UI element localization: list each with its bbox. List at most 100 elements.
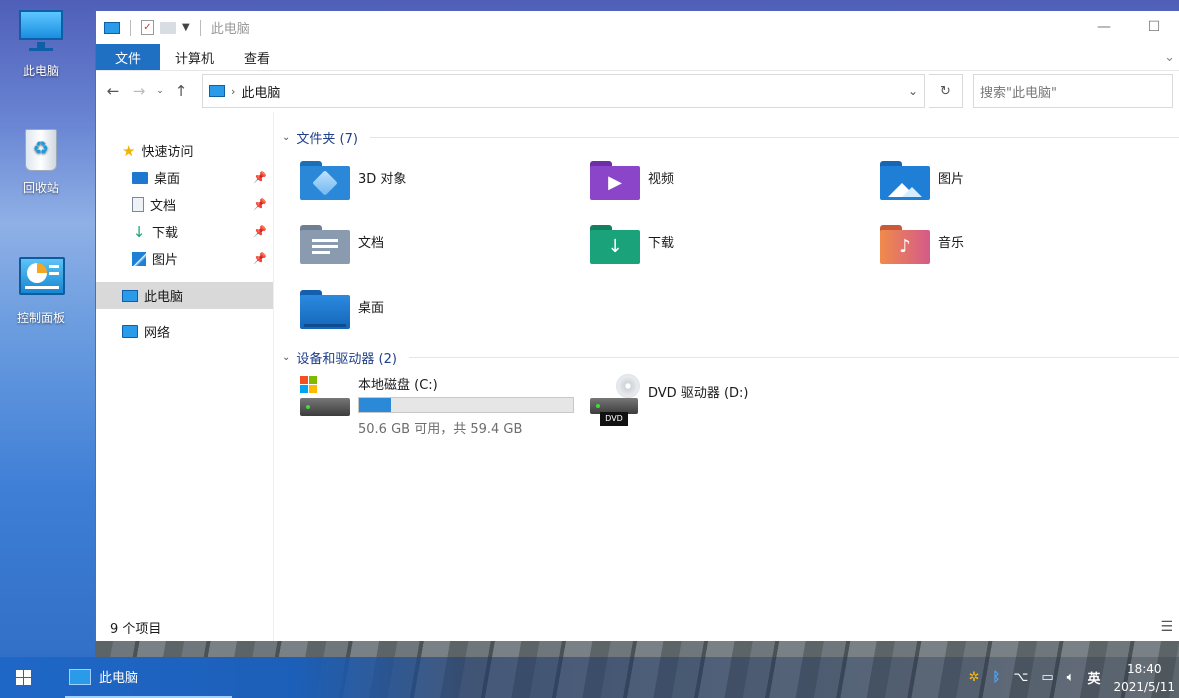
folder-videos[interactable]: ▶ 视频 [590, 159, 830, 209]
computer-icon [17, 8, 65, 56]
drive-c[interactable]: 本地磁盘 (C:) 50.6 GB 可用，共 59.4 GB [300, 374, 574, 437]
clock-date: 2021/5/11 [1113, 679, 1175, 694]
folders-group-header[interactable]: ⌄ 文件夹 (7) [282, 127, 1179, 147]
search-placeholder: 搜索"此电脑" [980, 85, 1057, 101]
folder-documents[interactable]: 文档 [300, 223, 540, 273]
nav-label: 快速访问 [141, 145, 194, 160]
minimize-button[interactable]: — [1079, 11, 1129, 43]
taskbar-app-this-pc[interactable]: 此电脑 [65, 657, 232, 698]
status-bar: 9 个项目 ☰ [96, 613, 1179, 641]
customize-quick-access-icon[interactable]: ▼ [182, 22, 190, 33]
windows-logo-icon [15, 670, 31, 685]
properties-icon[interactable]: ✓ [141, 20, 154, 35]
folder-label: 视频 [648, 172, 675, 187]
nav-item-documents[interactable]: 文档 📌 [96, 191, 273, 218]
nav-label: 文档 [150, 199, 177, 214]
folder-label: 桌面 [358, 301, 385, 316]
title-bar[interactable]: ✓ ▼ 此电脑 — ☐ [96, 11, 1179, 44]
system-tray: ✲ ᛒ ⌥ ▭ 🔈︎ 英 18:40 2021/5/11 [969, 660, 1179, 696]
drive-label: DVD 驱动器 (D:) [648, 386, 749, 401]
nav-item-this-pc[interactable]: 此电脑 [96, 282, 273, 309]
item-count: 9 个项目 [110, 621, 162, 637]
desktop-icon [132, 171, 148, 184]
desktop-icon-recycle-bin[interactable]: ♻ 回收站 [6, 125, 76, 196]
picture-icon [880, 159, 930, 201]
computer-icon [122, 289, 138, 302]
music-icon: ♪ [880, 223, 930, 265]
folder-downloads[interactable]: ↓ 下载 [590, 223, 830, 273]
hard-drive-icon [300, 374, 350, 418]
video-icon: ▶ [590, 159, 640, 201]
network-icon [122, 325, 138, 338]
folder-3d-objects[interactable]: 3D 对象 [300, 159, 540, 209]
address-bar[interactable]: › 此电脑 ⌄ [202, 74, 925, 108]
drive-usage-fill [359, 398, 391, 412]
file-explorer-window: ✓ ▼ 此电脑 — ☐ 文件 计算机 查看 ⌄ ← → ⌄ ↑ › 此电脑 ⌄ … [95, 11, 1179, 641]
computer-icon [209, 85, 225, 97]
devices-group-header[interactable]: ⌄ 设备和驱动器 (2) [282, 347, 1179, 367]
details-view-icon[interactable]: ☰ [1160, 619, 1173, 635]
computer-icon [69, 668, 91, 685]
desktop-icon-label: 控制面板 [16, 311, 65, 325]
window-title: 此电脑 [210, 22, 250, 37]
desktop-icon-label: 此电脑 [22, 64, 59, 78]
folder-desktop[interactable]: 桌面 [300, 288, 540, 338]
folder-music[interactable]: ♪ 音乐 [880, 223, 1120, 273]
group-title: 文件夹 (7) [296, 131, 358, 147]
breadcrumb-separator-icon[interactable]: › [231, 85, 235, 98]
pin-icon: 📌 [253, 198, 267, 211]
forward-button[interactable]: → [128, 82, 150, 100]
taskbar: 此电脑 ✲ ᛒ ⌥ ▭ 🔈︎ 英 18:40 2021/5/11 [0, 657, 1179, 698]
network-icon[interactable]: ▭ [1041, 670, 1053, 685]
folder-label: 图片 [938, 172, 965, 187]
tab-view[interactable]: 查看 [229, 44, 285, 70]
drive-usage-text: 50.6 GB 可用，共 59.4 GB [358, 422, 523, 437]
nav-item-downloads[interactable]: ↓ 下载 📌 [96, 218, 273, 245]
bluetooth-icon[interactable]: ᛒ [993, 670, 1001, 685]
nav-item-desktop[interactable]: 桌面 📌 [96, 164, 273, 191]
computer-icon [104, 21, 120, 34]
recycle-bin-icon: ♻ [17, 125, 65, 173]
up-button[interactable]: ↑ [170, 82, 192, 100]
folder-pictures[interactable]: 图片 [880, 159, 1120, 209]
nav-label: 此电脑 [144, 290, 184, 305]
start-button[interactable] [0, 657, 46, 698]
address-row: ← → ⌄ ↑ › 此电脑 ⌄ ↻ 搜索"此电脑" [96, 71, 1179, 111]
maximize-button[interactable]: ☐ [1129, 11, 1179, 43]
volume-icon[interactable]: 🔈︎ [1067, 670, 1075, 685]
new-folder-icon[interactable] [160, 21, 176, 34]
tab-computer[interactable]: 计算机 [160, 44, 229, 70]
nav-quick-access[interactable]: ★ 快速访问 [96, 137, 273, 164]
address-dropdown-icon[interactable]: ⌄ [908, 84, 918, 98]
nav-label: 网络 [144, 326, 171, 341]
colorful-app-icon[interactable]: ✲ [969, 670, 980, 685]
navigation-pane: ★ 快速访问 桌面 📌 文档 📌 ↓ 下载 📌 图片 📌 此电脑 网络 [96, 112, 274, 641]
refresh-button[interactable]: ↻ [929, 74, 963, 108]
breadcrumb-this-pc[interactable]: 此电脑 [241, 82, 280, 101]
group-title: 设备和驱动器 (2) [296, 351, 397, 367]
divider [130, 19, 131, 36]
3d-objects-icon [300, 159, 350, 201]
desktop-icon-this-pc[interactable]: 此电脑 [6, 8, 76, 79]
search-input[interactable]: 搜索"此电脑" [973, 74, 1173, 108]
document-folder-icon [300, 223, 350, 265]
back-button[interactable]: ← [102, 82, 124, 100]
nav-item-network[interactable]: 网络 [96, 318, 273, 345]
drive-d[interactable]: DVD DVD 驱动器 (D:) [590, 374, 748, 426]
chevron-down-icon: ⌄ [282, 351, 291, 363]
input-method-indicator[interactable]: 英 [1087, 668, 1100, 687]
drive-usage-bar [358, 397, 574, 413]
taskbar-app-label: 此电脑 [99, 671, 139, 686]
nav-label: 图片 [152, 253, 179, 268]
nav-item-pictures[interactable]: 图片 📌 [96, 245, 273, 272]
download-icon: ↓ [132, 222, 146, 241]
recent-locations-chevron-icon[interactable]: ⌄ [154, 86, 166, 96]
usb-icon[interactable]: ⌥ [1013, 670, 1028, 685]
expand-ribbon-chevron-icon[interactable]: ⌄ [1164, 44, 1175, 70]
ribbon: 文件 计算机 查看 ⌄ [96, 44, 1179, 71]
desktop-icon-control-panel[interactable]: 控制面板 [6, 255, 76, 326]
clock[interactable]: 18:40 2021/5/11 [1113, 660, 1175, 696]
nav-label: 下载 [152, 226, 179, 241]
folder-label: 文档 [358, 236, 385, 251]
tab-file[interactable]: 文件 [96, 44, 160, 70]
